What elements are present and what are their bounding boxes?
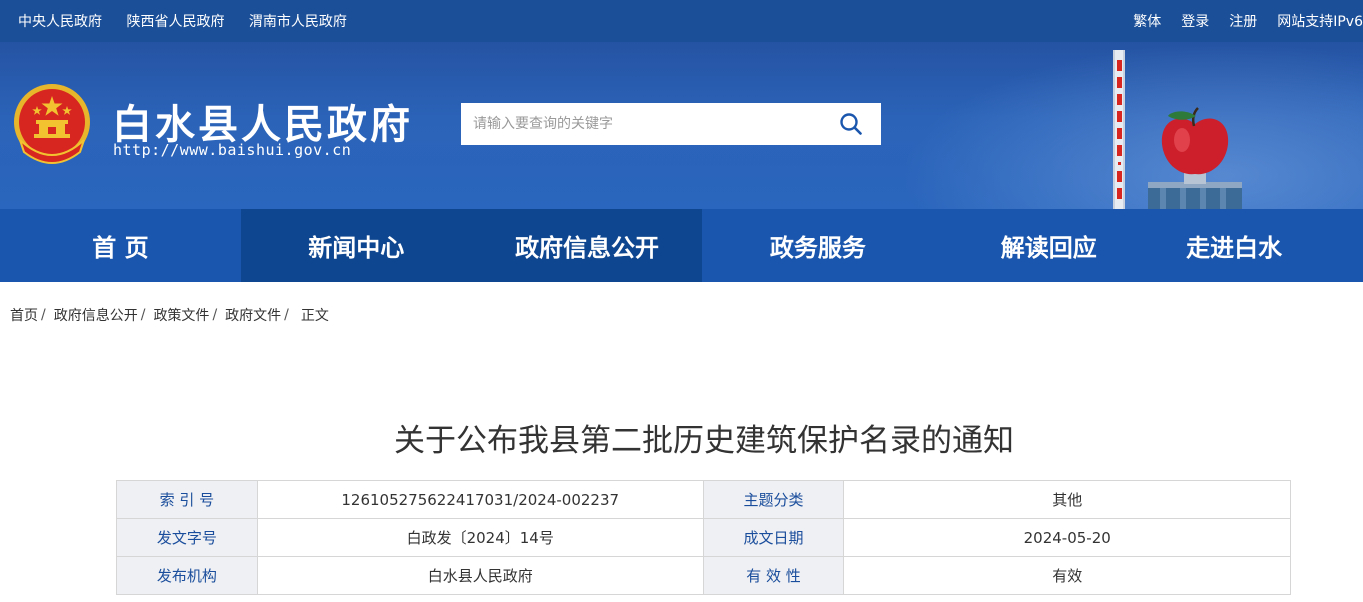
apple-sculpture-image (1148, 107, 1242, 209)
document-meta-table: 索 引 号 126105275622417031/2024-002237 主题分… (116, 480, 1291, 595)
search-input[interactable] (461, 103, 821, 145)
validity-value: 有效 (843, 556, 1291, 595)
link-weinan-government[interactable]: 渭南市人民政府 (249, 14, 347, 30)
nav-interpretation-response[interactable]: 解读回应 (933, 209, 1164, 282)
banner-glow (900, 42, 1363, 209)
national-emblem-icon[interactable] (10, 82, 94, 168)
issuing-agency-label: 发布机构 (116, 556, 258, 595)
main-navigation: 首 页 新闻中心 政府信息公开 政务服务 解读回应 走进白水 (0, 209, 1363, 282)
top-utility-bar: 中央人民政府 陕西省人民政府 渭南市人民政府 繁体 登录 注册 网站支持IPv6 (0, 0, 1363, 42)
issuing-agency-value: 白水县人民政府 (256, 556, 704, 595)
link-traditional-chinese[interactable]: 繁体 (1133, 11, 1161, 31)
search-button[interactable] (821, 103, 881, 145)
top-links-left: 中央人民政府 陕西省人民政府 渭南市人民政府 (18, 11, 367, 31)
link-ipv6-support[interactable]: 网站支持IPv6 (1277, 11, 1363, 31)
topic-category-label: 主题分类 (702, 480, 845, 519)
top-links-right: 繁体 登录 注册 网站支持IPv6 (1133, 0, 1363, 42)
nav-news-center[interactable]: 新闻中心 (240, 209, 472, 282)
table-row: 发布机构 白水县人民政府 有 效 性 有效 (116, 556, 1291, 595)
topic-category-value: 其他 (843, 480, 1291, 519)
nav-about-baishui[interactable]: 走进白水 (1164, 209, 1363, 282)
written-date-label: 成文日期 (702, 518, 845, 557)
breadcrumb-policy-documents[interactable]: 政策文件 (153, 305, 209, 325)
validity-label: 有 效 性 (702, 556, 845, 595)
nav-government-info[interactable]: 政府信息公开 (471, 209, 703, 282)
nav-government-services[interactable]: 政务服务 (702, 209, 933, 282)
table-row: 索 引 号 126105275622417031/2024-002237 主题分… (116, 480, 1291, 519)
site-url: http://www.baishui.gov.cn (113, 141, 352, 159)
table-row: 发文字号 白政发〔2024〕14号 成文日期 2024-05-20 (116, 518, 1291, 557)
nav-home[interactable]: 首 页 (0, 209, 241, 282)
breadcrumb-home[interactable]: 首页 (10, 305, 38, 325)
link-login[interactable]: 登录 (1181, 11, 1209, 31)
breadcrumb-current: 正文 (300, 308, 329, 324)
document-number-value: 白政发〔2024〕14号 (256, 518, 704, 557)
breadcrumb-separator: / (41, 307, 46, 323)
search-icon (840, 113, 862, 135)
link-register[interactable]: 注册 (1229, 11, 1257, 31)
breadcrumb-separator: / (140, 307, 146, 323)
link-central-government[interactable]: 中央人民政府 (18, 14, 102, 30)
breadcrumb-government-info[interactable]: 政府信息公开 (54, 305, 138, 325)
header-banner: 白水县人民政府 http://www.baishui.gov.cn (0, 42, 1363, 209)
breadcrumb-separator: / (212, 307, 218, 323)
breadcrumb-separator: / (284, 307, 289, 323)
document-number-label: 发文字号 (116, 518, 258, 557)
article-title: 关于公布我县第二批历史建筑保护名录的通知 (394, 423, 1014, 459)
breadcrumb: 首页 / 政府信息公开 / 政策文件 / 政府文件 / 正文 (10, 305, 329, 325)
written-date-value: 2024-05-20 (843, 518, 1291, 557)
slogan-tower-image (1113, 50, 1125, 209)
link-shaanxi-government[interactable]: 陕西省人民政府 (126, 14, 224, 30)
index-number-value: 126105275622417031/2024-002237 (256, 480, 704, 519)
index-number-label: 索 引 号 (116, 480, 258, 519)
breadcrumb-government-documents[interactable]: 政府文件 (225, 305, 281, 325)
search-box (461, 103, 881, 145)
